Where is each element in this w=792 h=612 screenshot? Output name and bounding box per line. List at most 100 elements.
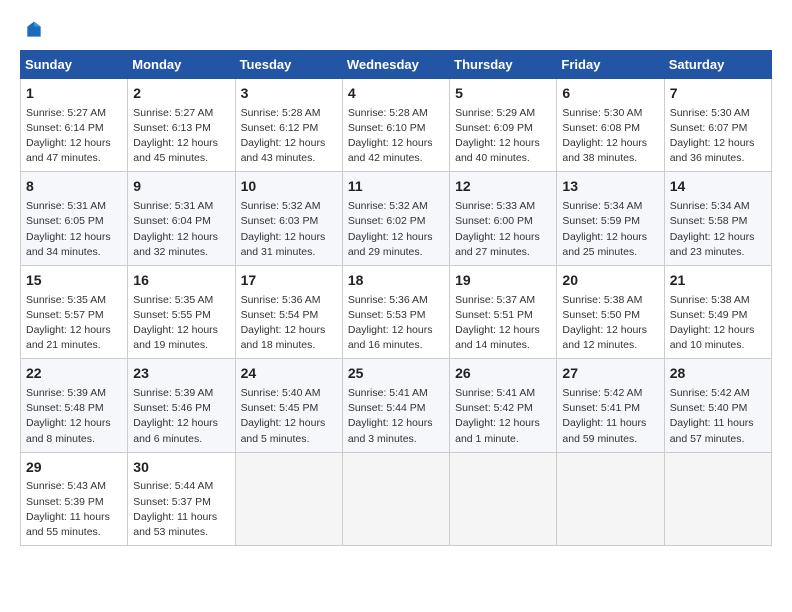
day-info: Sunrise: 5:41 AM Sunset: 5:42 PM Dayligh… (455, 386, 551, 447)
day-info: Sunrise: 5:37 AM Sunset: 5:51 PM Dayligh… (455, 293, 551, 354)
day-number: 17 (241, 271, 337, 291)
calendar-cell: 23Sunrise: 5:39 AM Sunset: 5:46 PM Dayli… (128, 359, 235, 452)
day-number: 6 (562, 84, 658, 104)
day-number: 12 (455, 177, 551, 197)
day-info: Sunrise: 5:36 AM Sunset: 5:54 PM Dayligh… (241, 293, 337, 354)
calendar-cell: 26Sunrise: 5:41 AM Sunset: 5:42 PM Dayli… (450, 359, 557, 452)
day-info: Sunrise: 5:29 AM Sunset: 6:09 PM Dayligh… (455, 106, 551, 167)
day-number: 15 (26, 271, 122, 291)
day-number: 11 (348, 177, 444, 197)
day-number: 3 (241, 84, 337, 104)
calendar-cell: 21Sunrise: 5:38 AM Sunset: 5:49 PM Dayli… (664, 265, 771, 358)
day-info: Sunrise: 5:44 AM Sunset: 5:37 PM Dayligh… (133, 479, 229, 540)
day-info: Sunrise: 5:33 AM Sunset: 6:00 PM Dayligh… (455, 199, 551, 260)
day-info: Sunrise: 5:30 AM Sunset: 6:08 PM Dayligh… (562, 106, 658, 167)
day-info: Sunrise: 5:27 AM Sunset: 6:13 PM Dayligh… (133, 106, 229, 167)
calendar-cell: 1Sunrise: 5:27 AM Sunset: 6:14 PM Daylig… (21, 79, 128, 172)
week-row-3: 15Sunrise: 5:35 AM Sunset: 5:57 PM Dayli… (21, 265, 772, 358)
header-tuesday: Tuesday (235, 51, 342, 79)
calendar-cell: 27Sunrise: 5:42 AM Sunset: 5:41 PM Dayli… (557, 359, 664, 452)
calendar-cell (450, 452, 557, 545)
day-info: Sunrise: 5:43 AM Sunset: 5:39 PM Dayligh… (26, 479, 122, 540)
calendar-cell: 22Sunrise: 5:39 AM Sunset: 5:48 PM Dayli… (21, 359, 128, 452)
day-info: Sunrise: 5:34 AM Sunset: 5:58 PM Dayligh… (670, 199, 766, 260)
day-number: 28 (670, 364, 766, 384)
calendar-cell: 20Sunrise: 5:38 AM Sunset: 5:50 PM Dayli… (557, 265, 664, 358)
calendar-cell: 14Sunrise: 5:34 AM Sunset: 5:58 PM Dayli… (664, 172, 771, 265)
day-number: 13 (562, 177, 658, 197)
calendar-cell: 13Sunrise: 5:34 AM Sunset: 5:59 PM Dayli… (557, 172, 664, 265)
day-info: Sunrise: 5:41 AM Sunset: 5:44 PM Dayligh… (348, 386, 444, 447)
day-number: 26 (455, 364, 551, 384)
day-info: Sunrise: 5:27 AM Sunset: 6:14 PM Dayligh… (26, 106, 122, 167)
calendar-table: SundayMondayTuesdayWednesdayThursdayFrid… (20, 50, 772, 546)
day-number: 23 (133, 364, 229, 384)
calendar-cell: 2Sunrise: 5:27 AM Sunset: 6:13 PM Daylig… (128, 79, 235, 172)
header-sunday: Sunday (21, 51, 128, 79)
calendar-header-row: SundayMondayTuesdayWednesdayThursdayFrid… (21, 51, 772, 79)
day-number: 2 (133, 84, 229, 104)
calendar-cell: 3Sunrise: 5:28 AM Sunset: 6:12 PM Daylig… (235, 79, 342, 172)
header-wednesday: Wednesday (342, 51, 449, 79)
day-info: Sunrise: 5:40 AM Sunset: 5:45 PM Dayligh… (241, 386, 337, 447)
week-row-4: 22Sunrise: 5:39 AM Sunset: 5:48 PM Dayli… (21, 359, 772, 452)
calendar-cell: 18Sunrise: 5:36 AM Sunset: 5:53 PM Dayli… (342, 265, 449, 358)
day-info: Sunrise: 5:28 AM Sunset: 6:10 PM Dayligh… (348, 106, 444, 167)
day-info: Sunrise: 5:35 AM Sunset: 5:57 PM Dayligh… (26, 293, 122, 354)
calendar-cell: 6Sunrise: 5:30 AM Sunset: 6:08 PM Daylig… (557, 79, 664, 172)
day-number: 4 (348, 84, 444, 104)
day-info: Sunrise: 5:36 AM Sunset: 5:53 PM Dayligh… (348, 293, 444, 354)
day-info: Sunrise: 5:38 AM Sunset: 5:49 PM Dayligh… (670, 293, 766, 354)
day-number: 27 (562, 364, 658, 384)
week-row-1: 1Sunrise: 5:27 AM Sunset: 6:14 PM Daylig… (21, 79, 772, 172)
day-number: 22 (26, 364, 122, 384)
day-number: 9 (133, 177, 229, 197)
day-info: Sunrise: 5:42 AM Sunset: 5:40 PM Dayligh… (670, 386, 766, 447)
day-number: 20 (562, 271, 658, 291)
calendar-cell: 25Sunrise: 5:41 AM Sunset: 5:44 PM Dayli… (342, 359, 449, 452)
day-number: 10 (241, 177, 337, 197)
calendar-cell: 9Sunrise: 5:31 AM Sunset: 6:04 PM Daylig… (128, 172, 235, 265)
day-number: 19 (455, 271, 551, 291)
calendar-cell: 12Sunrise: 5:33 AM Sunset: 6:00 PM Dayli… (450, 172, 557, 265)
calendar-cell (664, 452, 771, 545)
day-info: Sunrise: 5:28 AM Sunset: 6:12 PM Dayligh… (241, 106, 337, 167)
calendar-cell: 11Sunrise: 5:32 AM Sunset: 6:02 PM Dayli… (342, 172, 449, 265)
calendar-cell: 7Sunrise: 5:30 AM Sunset: 6:07 PM Daylig… (664, 79, 771, 172)
day-number: 24 (241, 364, 337, 384)
day-number: 21 (670, 271, 766, 291)
day-info: Sunrise: 5:35 AM Sunset: 5:55 PM Dayligh… (133, 293, 229, 354)
header-friday: Friday (557, 51, 664, 79)
page-header (20, 20, 772, 40)
day-info: Sunrise: 5:31 AM Sunset: 6:05 PM Dayligh… (26, 199, 122, 260)
calendar-cell: 30Sunrise: 5:44 AM Sunset: 5:37 PM Dayli… (128, 452, 235, 545)
day-number: 16 (133, 271, 229, 291)
calendar-cell: 10Sunrise: 5:32 AM Sunset: 6:03 PM Dayli… (235, 172, 342, 265)
header-saturday: Saturday (664, 51, 771, 79)
header-monday: Monday (128, 51, 235, 79)
calendar-cell (235, 452, 342, 545)
day-info: Sunrise: 5:42 AM Sunset: 5:41 PM Dayligh… (562, 386, 658, 447)
day-number: 14 (670, 177, 766, 197)
day-number: 8 (26, 177, 122, 197)
calendar-cell: 16Sunrise: 5:35 AM Sunset: 5:55 PM Dayli… (128, 265, 235, 358)
day-info: Sunrise: 5:34 AM Sunset: 5:59 PM Dayligh… (562, 199, 658, 260)
calendar-cell (342, 452, 449, 545)
calendar-cell: 19Sunrise: 5:37 AM Sunset: 5:51 PM Dayli… (450, 265, 557, 358)
day-info: Sunrise: 5:39 AM Sunset: 5:48 PM Dayligh… (26, 386, 122, 447)
calendar-cell: 28Sunrise: 5:42 AM Sunset: 5:40 PM Dayli… (664, 359, 771, 452)
day-number: 30 (133, 458, 229, 478)
day-info: Sunrise: 5:30 AM Sunset: 6:07 PM Dayligh… (670, 106, 766, 167)
calendar-cell: 15Sunrise: 5:35 AM Sunset: 5:57 PM Dayli… (21, 265, 128, 358)
logo-icon (24, 20, 44, 40)
calendar-cell: 5Sunrise: 5:29 AM Sunset: 6:09 PM Daylig… (450, 79, 557, 172)
calendar-cell: 4Sunrise: 5:28 AM Sunset: 6:10 PM Daylig… (342, 79, 449, 172)
day-info: Sunrise: 5:39 AM Sunset: 5:46 PM Dayligh… (133, 386, 229, 447)
week-row-2: 8Sunrise: 5:31 AM Sunset: 6:05 PM Daylig… (21, 172, 772, 265)
calendar-cell (557, 452, 664, 545)
day-info: Sunrise: 5:32 AM Sunset: 6:02 PM Dayligh… (348, 199, 444, 260)
calendar-cell: 29Sunrise: 5:43 AM Sunset: 5:39 PM Dayli… (21, 452, 128, 545)
day-number: 18 (348, 271, 444, 291)
day-info: Sunrise: 5:32 AM Sunset: 6:03 PM Dayligh… (241, 199, 337, 260)
day-number: 5 (455, 84, 551, 104)
